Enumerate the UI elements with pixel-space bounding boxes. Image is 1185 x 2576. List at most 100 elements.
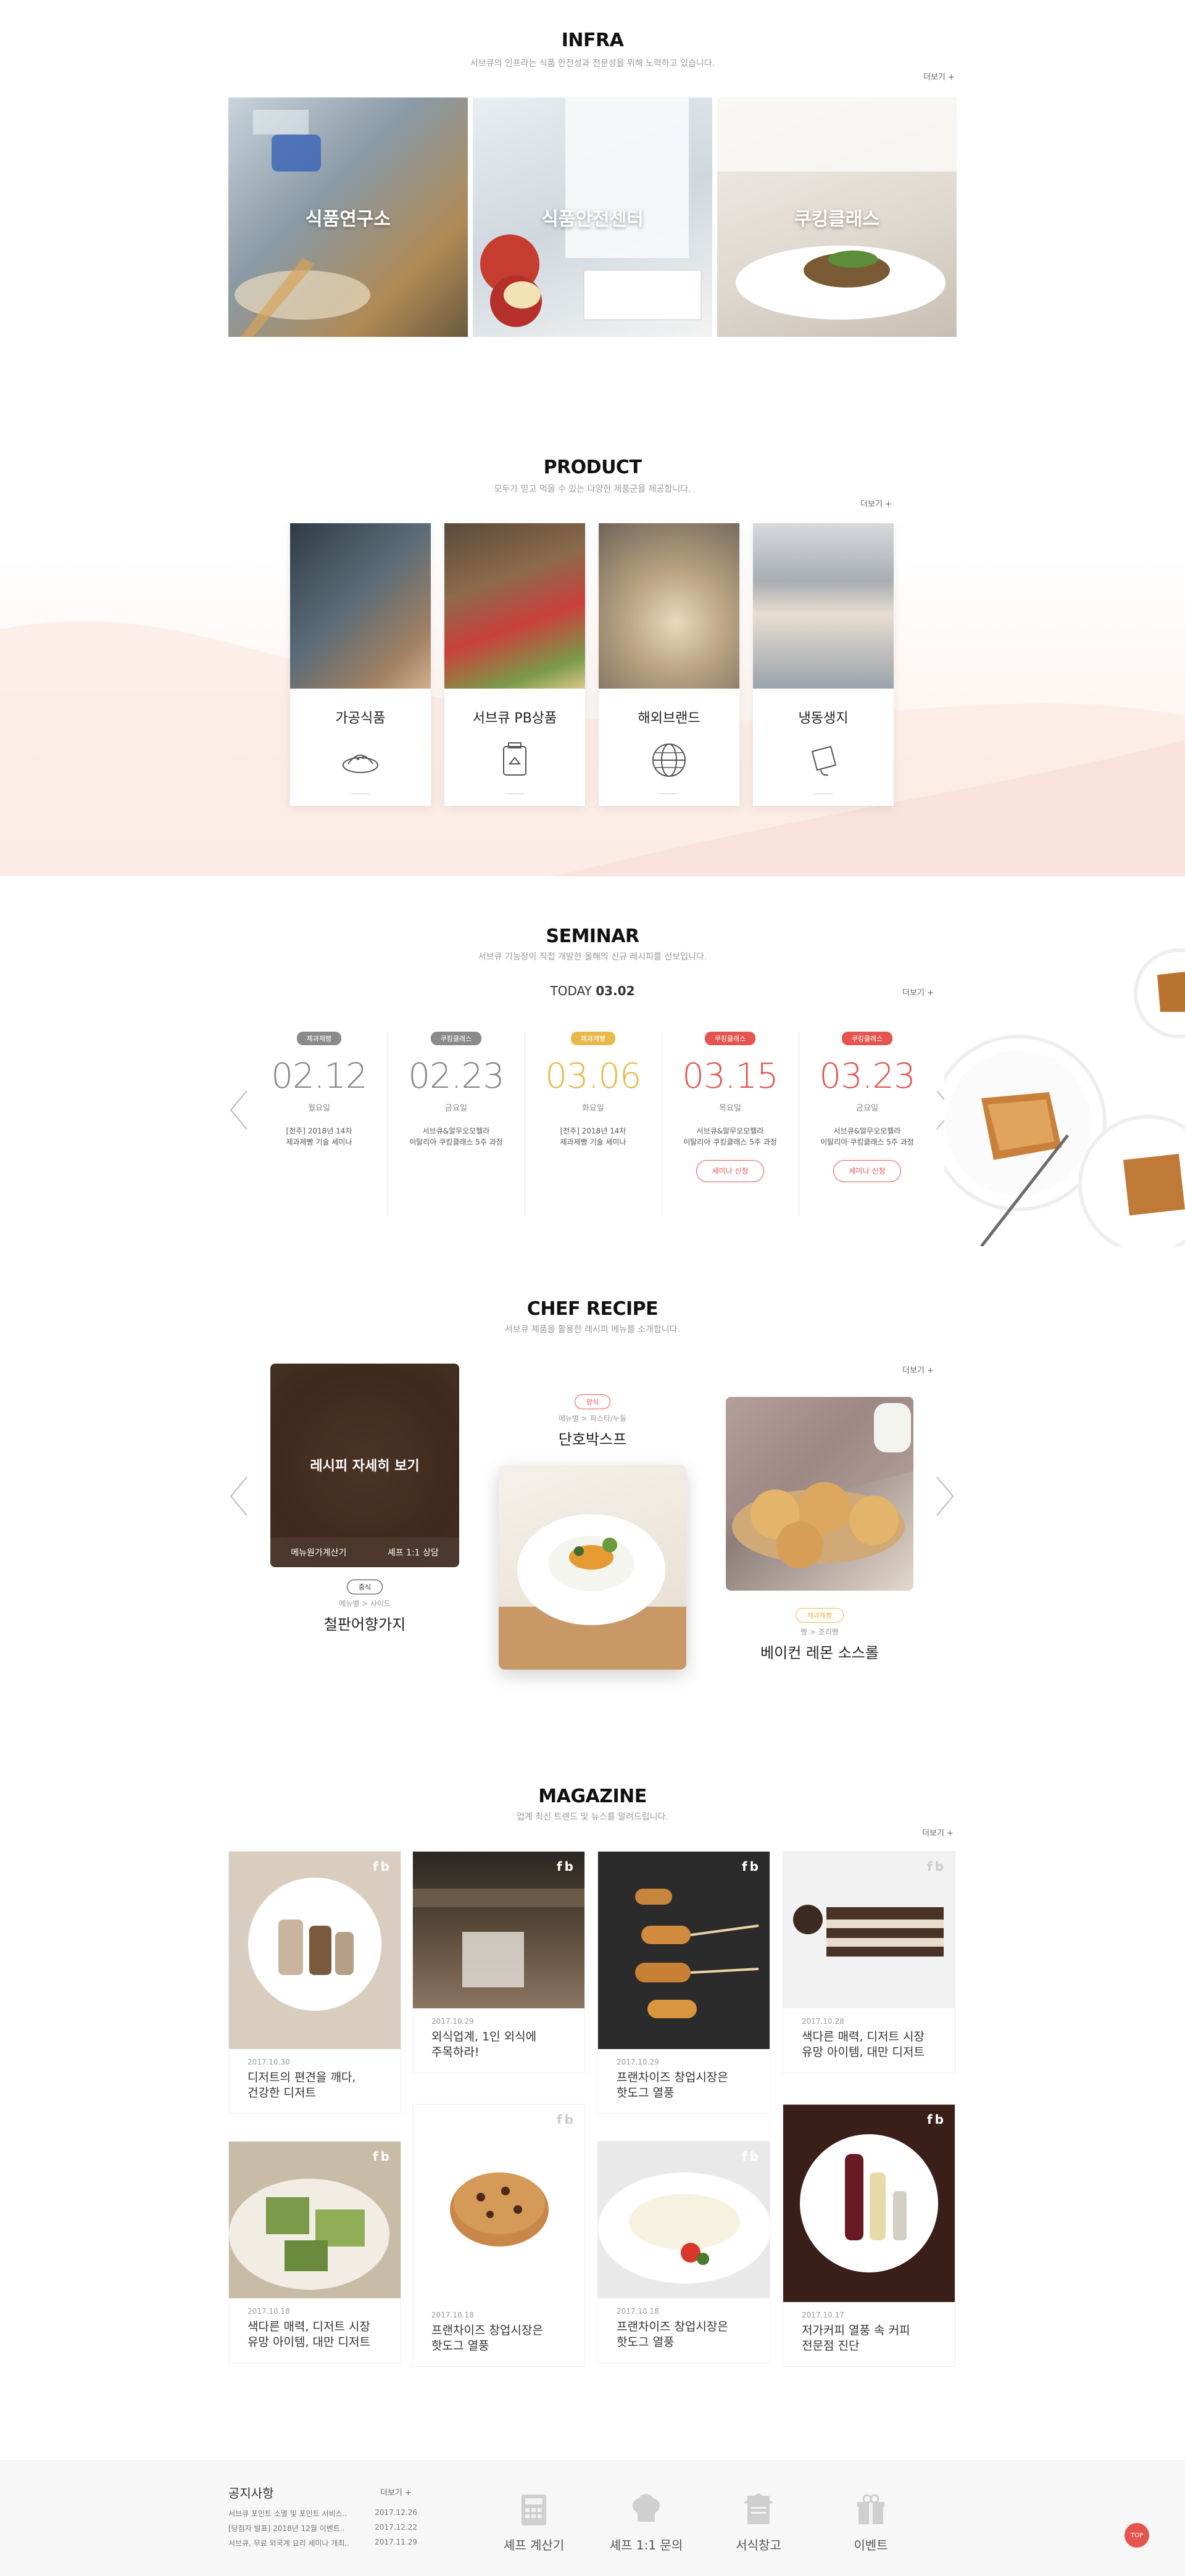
seminar-date: 03.23 <box>819 1056 915 1096</box>
recipe-category: 빵 > 조리빵 <box>800 1628 839 1636</box>
seminar-item[interactable]: 쿠킹클래스 03.23 금요일 서브큐&알무오모펠라 이탈리아 쿠킹클래스 5주 … <box>799 1032 936 1217</box>
fb-logo-icon: fb <box>556 1859 576 1874</box>
recipe-more-link[interactable]: 더보기 + <box>902 1364 934 1375</box>
pumpkin-soup-photo <box>499 1514 686 1670</box>
magazine-title-text: 외식업계, 1인 외식에 주목하라! <box>431 2030 537 2059</box>
seminar-desc: [전주] 2018년 14차 제과제빵 기술 세미나 <box>286 1127 352 1146</box>
recipe-card-hover[interactable]: 레시피 자세히 보기 메뉴원가계산기 셰프 1:1 상담 <box>270 1364 459 1567</box>
chef-calculator-link[interactable]: 셰프 계산기 <box>488 2491 580 2553</box>
infra-card-lab[interactable]: 식품연구소 <box>228 97 468 337</box>
magazine-date: 2017.10.18 <box>247 2307 290 2316</box>
menu-cost-calculator-link[interactable]: 메뉴원가계산기 <box>291 1546 346 1559</box>
magazine-card[interactable]: fb 2017.10.28 색다른 매력, 디저트 시장 유망 아이템, 대만 디… <box>783 1851 955 2073</box>
product-divider <box>505 793 524 794</box>
notice-item[interactable]: [당첨자 발표] 2018년 12월 이벤트.. 2017.12.22 <box>228 2523 417 2538</box>
recipe-name[interactable]: 베이컨 레몬 소스롤 <box>726 1641 913 1662</box>
seminar-more-link[interactable]: 더보기 + <box>902 986 934 998</box>
recipe-card[interactable] <box>726 1397 913 1591</box>
magazine-photo: fb <box>413 1852 584 2008</box>
fb-logo-icon: fb <box>556 2112 576 2127</box>
product-photo <box>290 523 431 689</box>
magazine-photo: fb <box>783 2105 955 2302</box>
magazine-title-text: 디저트의 편견을 깨다, 건강한 디저트 <box>247 2071 356 2100</box>
magazine-title-text: 프랜차이즈 창업시장은 핫도그 열풍 <box>617 2320 728 2349</box>
infra-card-label: 식품안전센터 <box>541 209 644 230</box>
magazine-more-link[interactable]: 더보기 + <box>922 1826 954 1838</box>
infra-more-link[interactable]: 더보기 + <box>923 70 955 82</box>
today-date: 03.02 <box>596 984 635 998</box>
magazine-card[interactable]: fb 2017.10.18 프랜차이즈 창업시장은 핫도그 열풍 <box>412 2104 585 2367</box>
recipe-card-featured[interactable] <box>499 1465 686 1670</box>
recipe-category: 메뉴별 > 파스타/누들 <box>558 1414 627 1423</box>
frozen-dough-icon <box>804 740 843 780</box>
seminar-prev-arrow[interactable] <box>227 1088 252 1132</box>
magazine-photo: fb <box>229 2142 401 2298</box>
recipe-prev-arrow[interactable] <box>227 1475 252 1518</box>
seminar-item[interactable]: 쿠킹클래스 02.23 금요일 서브큐&알무오모펠라 이탈리아 쿠킹클래스 5주 … <box>388 1032 525 1217</box>
notice-item[interactable]: 서브큐, 무료 외국계 요리 세미나 개최.. 2017.11.29 <box>228 2538 417 2553</box>
magazine-card[interactable]: fb 2017.10.29 프랜차이즈 창업시장은 핫도그 열풍 <box>597 1851 770 2114</box>
seminar-item[interactable]: 제과제빵 03.06 화요일 [전주] 2018년 14차 제과제빵 기술 세미나 <box>525 1032 662 1217</box>
recipe-tag: 양식 <box>574 1394 611 1409</box>
magazine-photo: fb <box>229 1852 401 2049</box>
product-label: 냉동생지 <box>798 711 849 726</box>
product-card-overseas[interactable]: 해외브랜드 <box>599 523 739 806</box>
infra-card-label: 식품연구소 <box>306 209 391 230</box>
seminar-day: 금요일 <box>856 1104 878 1113</box>
recipe-name[interactable]: 철판어향가지 <box>270 1612 459 1634</box>
magazine-card[interactable]: fb 2017.10.17 저가커피 열풍 속 커피 전문점 진단 <box>783 2104 955 2367</box>
product-card-frozen[interactable]: 냉동생지 <box>753 523 894 806</box>
quick-link-label: 셰프 계산기 <box>503 2538 565 2553</box>
recipe-tag: 제과제빵 <box>795 1608 844 1623</box>
magazine-title-text: 프랜차이즈 창업시장은 핫도그 열풍 <box>431 2324 543 2353</box>
chef-hat-icon <box>628 2491 665 2528</box>
recipe-detail-link[interactable]: 레시피 자세히 보기 <box>270 1455 459 1475</box>
seminar-apply-button[interactable]: 세미나 신청 <box>833 1160 901 1182</box>
seminar-item[interactable]: 쿠킹클래스 03.15 목요일 서브큐&알무오모펠라 이탈리아 쿠킹클래스 5주 … <box>662 1032 799 1217</box>
form-archive-link[interactable]: 서식창고 <box>712 2491 805 2553</box>
product-label: 서브큐 PB상품 <box>472 711 557 726</box>
magazine-card[interactable]: fb 2017.10.18 프랜차이즈 창업시장은 핫도그 열풍 <box>597 2141 770 2363</box>
gift-icon <box>852 2491 889 2528</box>
quick-link-label: 이벤트 <box>854 2538 888 2553</box>
fb-logo-icon: fb <box>926 1859 946 1874</box>
recipe-next-arrow[interactable] <box>932 1475 957 1518</box>
chef-consult-link[interactable]: 셰프 1:1 상담 <box>388 1546 439 1559</box>
magazine-photo: fb <box>598 1852 770 2049</box>
magazine-date: 2017.10.30 <box>247 2058 290 2066</box>
infra-card-cooking[interactable]: 쿠킹클래스 <box>717 97 957 337</box>
notice-title: 공지사항 <box>228 2486 274 2501</box>
magazine-card[interactable]: fb 2017.10.30 디저트의 편견을 깨다, 건강한 디저트 <box>228 1851 401 2114</box>
magazine-date: 2017.10.18 <box>431 2311 474 2319</box>
product-card-processed[interactable]: 가공식품 <box>290 523 431 806</box>
chevron-right-icon <box>936 1476 954 1516</box>
chef-inquiry-link[interactable]: 셰프 1:1 문의 <box>600 2491 692 2553</box>
seminar-desc: [전주] 2018년 14차 제과제빵 기술 세미나 <box>560 1127 626 1146</box>
scroll-top-button[interactable]: TOP <box>1125 2523 1149 2548</box>
recipe-info: 양식 메뉴별 > 파스타/누들 단호박스프 <box>499 1394 686 1449</box>
magazine-card[interactable]: fb 2017.10.18 색다른 매력, 디저트 시장 유망 아이템, 대만 디… <box>228 2141 401 2363</box>
infra-card-label: 쿠킹클래스 <box>794 209 879 230</box>
seminar-desc: 서브큐&알무오모펠라 이탈리아 쿠킹클래스 5주 과정 <box>409 1127 503 1146</box>
seminar-day: 화요일 <box>582 1104 604 1113</box>
quick-link-label: 셰프 1:1 문의 <box>609 2538 683 2553</box>
recipe-tag: 중식 <box>346 1580 383 1594</box>
dessert-plate-decoration <box>944 948 1185 1246</box>
globe-icon <box>649 740 689 780</box>
pb-product-icon <box>495 740 534 780</box>
seminar-apply-button[interactable]: 세미나 신청 <box>696 1160 764 1182</box>
product-card-pb[interactable]: 서브큐 PB상품 <box>444 523 585 806</box>
product-more-link[interactable]: 더보기 + <box>860 497 892 509</box>
magazine-card[interactable]: fb 2017.10.29 외식업계, 1인 외식에 주목하라! <box>412 1851 585 2073</box>
recipe-name[interactable]: 단호박스프 <box>499 1427 686 1449</box>
infra-card-safety[interactable]: 식품안전센터 <box>473 97 712 337</box>
event-link[interactable]: 이벤트 <box>825 2491 917 2553</box>
notice-item[interactable]: 서브큐 포인트 소멸 및 포인트 서비스.. 2017.12.26 <box>228 2508 417 2523</box>
seminar-tag: 쿠킹클래스 <box>430 1032 482 1045</box>
notice-more-link[interactable]: 더보기 + <box>380 2486 412 2498</box>
magazine-date: 2017.10.18 <box>617 2307 659 2316</box>
seminar-tag: 쿠킹클래스 <box>704 1032 756 1045</box>
recipe-info: 제과제빵 빵 > 조리빵 베이컨 레몬 소스롤 <box>726 1608 913 1662</box>
seminar-day: 목요일 <box>719 1104 741 1113</box>
seminar-item[interactable]: 제과제빵 02.12 월요일 [전주] 2018년 14차 제과제빵 기술 세미나 <box>251 1032 388 1217</box>
